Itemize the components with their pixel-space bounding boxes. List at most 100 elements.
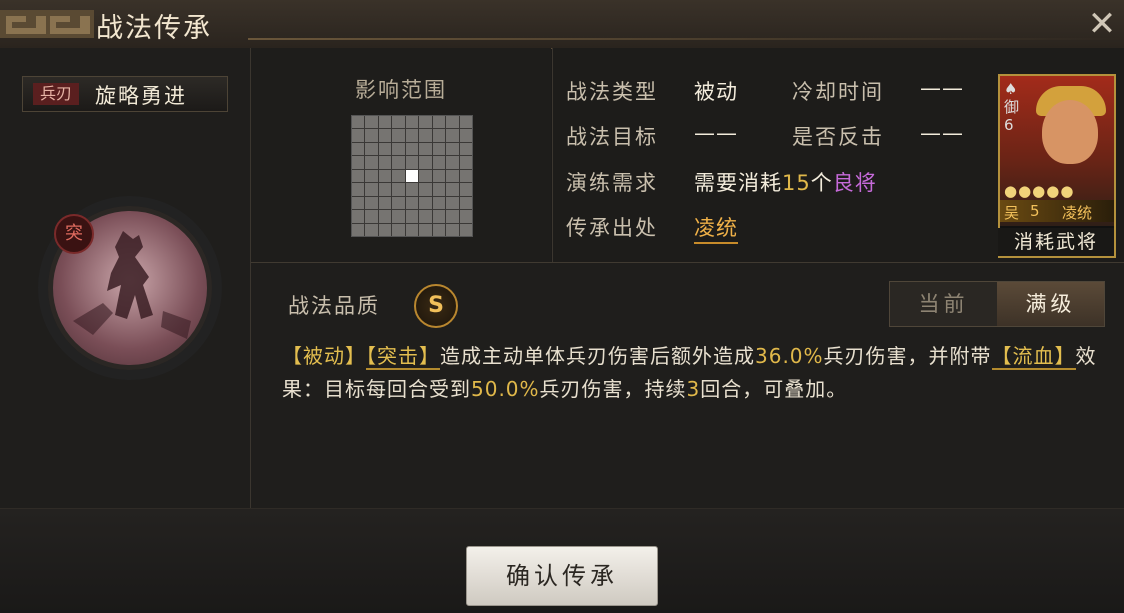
tag-bleed[interactable]: 【流血】: [991, 344, 1076, 370]
range-cell: [365, 116, 378, 129]
range-cell: [378, 116, 392, 129]
range-cell: [378, 196, 392, 210]
range-cell: [405, 156, 419, 169]
range-cell: [419, 142, 432, 156]
practice-req-label: 演练需求: [566, 171, 658, 195]
range-cell: [352, 129, 365, 142]
range-cell: [459, 156, 472, 169]
range-cell: [392, 116, 405, 129]
tab-max-level[interactable]: 满级: [997, 282, 1104, 326]
window-title: 战法传承: [96, 13, 212, 44]
counterattack-value: ——: [920, 121, 964, 145]
range-cell: [405, 196, 419, 210]
range-cell: [365, 183, 378, 196]
range-cell: [419, 169, 432, 183]
range-cell: [446, 129, 459, 142]
cooldown-value: ——: [920, 76, 964, 100]
desc-text-1: 造成主动单体兵刃伤害后额外造成: [440, 344, 755, 368]
skill-name-box: 兵刃 旋略勇进: [22, 76, 228, 112]
face-shape: [1042, 100, 1098, 164]
source-hero-link[interactable]: 凌统: [694, 212, 738, 244]
range-cell: [405, 223, 419, 236]
range-cell: [419, 116, 432, 129]
range-cell: [432, 223, 446, 236]
range-cell: [378, 142, 392, 156]
range-cell: [446, 210, 459, 223]
range-cell: [459, 169, 472, 183]
range-cell: [432, 156, 446, 169]
range-cell: [459, 116, 472, 129]
hero-faction: 吴: [1004, 204, 1020, 222]
hero-stars: ●●●●●: [1004, 182, 1075, 200]
range-cell: [378, 183, 392, 196]
range-cell: [378, 169, 392, 183]
range-cell: [392, 183, 405, 196]
range-cell: [432, 196, 446, 210]
range-cell: [419, 183, 432, 196]
range-cell: [446, 183, 459, 196]
hero-cost: 6: [1004, 116, 1014, 134]
close-icon[interactable]: ✕: [1084, 6, 1120, 42]
cooldown-label: 冷却时间: [792, 80, 884, 104]
confirm-inherit-button[interactable]: 确认传承: [466, 546, 658, 606]
practice-req-value: 需要消耗15个良将: [694, 167, 877, 197]
range-cell: [352, 183, 365, 196]
range-cell: [378, 156, 392, 169]
range-cell: [432, 210, 446, 223]
range-cell: [378, 223, 392, 236]
range-cell: [405, 183, 419, 196]
hero-name: 凌统: [1062, 204, 1093, 222]
range-cell: [446, 156, 459, 169]
assault-badge: 突: [54, 214, 94, 254]
range-cell: [365, 142, 378, 156]
desc-text-2: 兵刃伤害，并附带: [823, 344, 992, 368]
range-cell: [352, 223, 365, 236]
range-cell: [419, 129, 432, 142]
tab-current[interactable]: 当前: [890, 282, 997, 326]
range-cell: [446, 142, 459, 156]
req-count: 15: [782, 171, 811, 195]
range-title: 影响范围: [355, 78, 447, 102]
range-cell: [352, 116, 365, 129]
range-cell: [365, 223, 378, 236]
range-cell-center: [405, 169, 419, 183]
range-cell: [419, 210, 432, 223]
troop-type: 御: [1004, 98, 1020, 116]
range-cell: [459, 210, 472, 223]
range-cell: [352, 169, 365, 183]
desc-text-5: 回合，可叠加。: [700, 377, 848, 401]
range-cell: [392, 169, 405, 183]
range-cell: [392, 129, 405, 142]
skill-type-tag: 兵刃: [33, 83, 79, 105]
range-cell: [459, 129, 472, 142]
desc-turns: 3: [686, 377, 701, 401]
range-cell: [432, 169, 446, 183]
consume-hero-label: 消耗武将: [998, 228, 1114, 256]
range-cell: [378, 210, 392, 223]
range-cell: [392, 210, 405, 223]
range-cell: [392, 142, 405, 156]
range-cell: [352, 156, 365, 169]
hero-card-footer: 吴 5 凌统: [1000, 200, 1114, 222]
range-cell: [432, 116, 446, 129]
skill-type-label: 战法类型: [566, 80, 658, 104]
range-cell: [365, 196, 378, 210]
desc-pct-2: 50.0%: [471, 377, 540, 401]
tag-assault[interactable]: 【突击】: [366, 344, 440, 370]
range-cell: [405, 129, 419, 142]
spade-icon: ♠: [1004, 80, 1018, 98]
range-cell: [365, 169, 378, 183]
range-cell: [405, 142, 419, 156]
range-cell: [419, 223, 432, 236]
level-tab-group: 当前 满级: [889, 281, 1105, 327]
quality-label: 战法品质: [288, 294, 380, 318]
range-cell: [459, 142, 472, 156]
req-prefix: 需要消耗: [694, 171, 782, 195]
range-cell: [352, 196, 365, 210]
desc-pct-1: 36.0%: [755, 344, 824, 368]
skill-target-value: ——: [694, 121, 738, 145]
range-cell: [365, 129, 378, 142]
skill-target-label: 战法目标: [566, 125, 658, 149]
range-cell: [446, 169, 459, 183]
range-cell: [405, 116, 419, 129]
